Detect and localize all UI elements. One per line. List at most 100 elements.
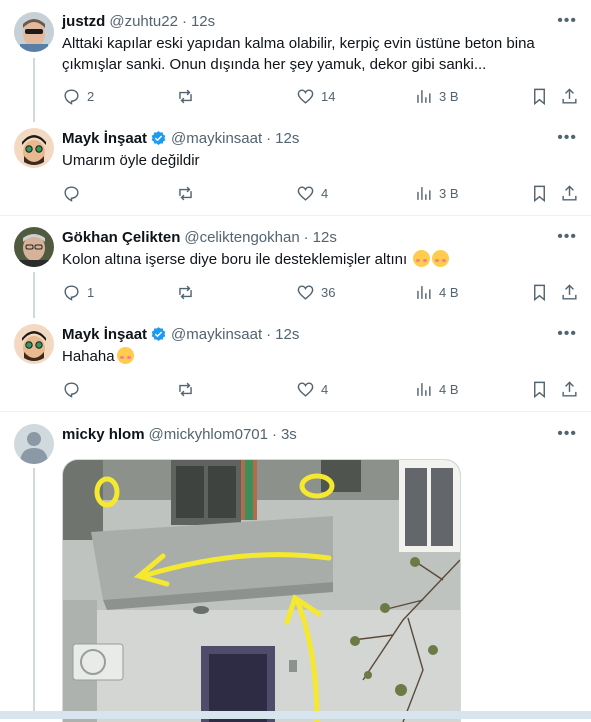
- heart-icon: [297, 382, 314, 397]
- tweet-header: Mayk İnşaat @maykinsaat · 12s: [62, 325, 300, 343]
- like-button[interactable]: 14: [296, 87, 335, 106]
- share-button[interactable]: [560, 283, 579, 302]
- bookmark-button[interactable]: [530, 184, 549, 203]
- view-count: 4 B: [439, 382, 459, 397]
- tweet-text-row: Hahaha: [62, 346, 572, 367]
- author-handle[interactable]: @maykinsaat: [171, 326, 262, 343]
- more-icon[interactable]: •••: [557, 325, 577, 343]
- thread-line: [33, 58, 35, 122]
- avatar[interactable]: [14, 12, 54, 52]
- repost-button[interactable]: [176, 184, 195, 203]
- smiling-face-emoji-icon: [432, 250, 450, 267]
- more-icon[interactable]: •••: [557, 12, 577, 30]
- timestamp[interactable]: 12s: [275, 130, 299, 147]
- reply-icon: [64, 382, 79, 398]
- tweet-text: Hahaha: [62, 348, 115, 365]
- views-button[interactable]: 4 B: [414, 380, 459, 399]
- tweet-text-row: Kolon altına işerse diye boru ile destek…: [62, 249, 572, 270]
- views-icon: [417, 286, 431, 299]
- view-count: 3 B: [439, 89, 459, 104]
- like-count: 4: [321, 382, 329, 397]
- like-button[interactable]: 4: [296, 184, 328, 203]
- views-icon: [417, 187, 431, 200]
- reply-count: 2: [87, 89, 95, 104]
- share-icon: [562, 185, 577, 201]
- repost-icon: [179, 382, 192, 397]
- author-name[interactable]: Gökhan Çelikten: [62, 229, 180, 246]
- verified-badge-icon: [151, 326, 166, 341]
- author-handle[interactable]: @maykinsaat: [171, 130, 262, 147]
- author-name[interactable]: Mayk İnşaat: [62, 326, 147, 343]
- reply-button[interactable]: [62, 380, 81, 399]
- like-button[interactable]: 36: [296, 283, 335, 302]
- reply-icon: [64, 186, 79, 202]
- heart-icon: [297, 186, 314, 201]
- reply-button[interactable]: 2: [62, 87, 94, 106]
- smiling-face-emoji-icon: [413, 250, 431, 267]
- tweet-actions: 4 3 B: [62, 184, 582, 204]
- bookmark-button[interactable]: [530, 87, 549, 106]
- share-button[interactable]: [560, 184, 579, 203]
- share-icon: [562, 88, 577, 104]
- timestamp[interactable]: 12s: [191, 13, 215, 30]
- timestamp[interactable]: 12s: [275, 326, 299, 343]
- reply-icon: [64, 89, 79, 105]
- avatar[interactable]: [14, 324, 54, 364]
- tweet-actions: 2 14 3 B: [62, 87, 582, 107]
- tweet-header: micky hlom @mickyhlom0701 · 3s: [62, 425, 297, 443]
- tweet-text: Umarım öyle değildir: [62, 152, 200, 169]
- tweet-actions: 4 4 B: [62, 380, 582, 400]
- more-icon[interactable]: •••: [557, 129, 577, 147]
- tweet-text: Kolon altına işerse diye boru ile destek…: [62, 251, 408, 268]
- verified-badge-icon: [151, 130, 166, 145]
- repost-icon: [179, 89, 192, 104]
- tweet-header: justzd @zuhtu22 · 12s: [62, 12, 216, 30]
- timestamp[interactable]: 3s: [281, 426, 297, 443]
- reply-button[interactable]: [62, 184, 81, 203]
- tweet-header: Mayk İnşaat @maykinsaat · 12s: [62, 129, 300, 147]
- author-name[interactable]: justzd: [62, 13, 105, 30]
- like-button[interactable]: 4: [296, 380, 328, 399]
- views-button[interactable]: 3 B: [414, 184, 459, 203]
- smiling-face-emoji-icon: [116, 347, 134, 364]
- author-name[interactable]: Mayk İnşaat: [62, 130, 147, 147]
- tweet-header: Gökhan Çelikten @celiktengokhan · 12s: [62, 228, 337, 246]
- avatar[interactable]: [14, 128, 54, 168]
- more-icon[interactable]: •••: [557, 228, 577, 246]
- thread-line: [33, 272, 35, 318]
- views-icon: [417, 383, 431, 396]
- tweet-photo[interactable]: [62, 459, 461, 722]
- share-button[interactable]: [560, 87, 579, 106]
- reply-button[interactable]: 1: [62, 283, 94, 302]
- repost-icon: [179, 285, 192, 300]
- view-count: 4 B: [439, 285, 459, 300]
- bottom-bar: [0, 711, 591, 719]
- divider: [0, 411, 591, 412]
- divider: [0, 215, 591, 216]
- avatar[interactable]: [14, 227, 54, 267]
- author-name[interactable]: micky hlom: [62, 426, 145, 443]
- views-icon: [417, 90, 431, 103]
- share-button[interactable]: [560, 380, 579, 399]
- author-handle[interactable]: @celiktengokhan: [184, 229, 299, 246]
- view-count: 3 B: [439, 186, 459, 201]
- repost-button[interactable]: [176, 87, 195, 106]
- bookmark-button[interactable]: [530, 283, 549, 302]
- bookmark-icon: [534, 185, 545, 203]
- thread-line: [33, 468, 35, 719]
- repost-button[interactable]: [176, 283, 195, 302]
- bookmark-icon: [534, 88, 545, 106]
- avatar[interactable]: [14, 424, 54, 464]
- share-icon: [562, 381, 577, 397]
- author-handle[interactable]: @mickyhlom0701: [149, 426, 268, 443]
- tweet-text: Alttaki kapılar eski yapıdan kalma olabi…: [62, 35, 535, 73]
- timestamp[interactable]: 12s: [313, 229, 337, 246]
- reply-icon: [64, 285, 79, 301]
- views-button[interactable]: 4 B: [414, 283, 459, 302]
- repost-button[interactable]: [176, 380, 195, 399]
- views-button[interactable]: 3 B: [414, 87, 459, 106]
- more-icon[interactable]: •••: [557, 425, 577, 443]
- like-count: 4: [321, 186, 329, 201]
- author-handle[interactable]: @zuhtu22: [109, 13, 178, 30]
- bookmark-button[interactable]: [530, 380, 549, 399]
